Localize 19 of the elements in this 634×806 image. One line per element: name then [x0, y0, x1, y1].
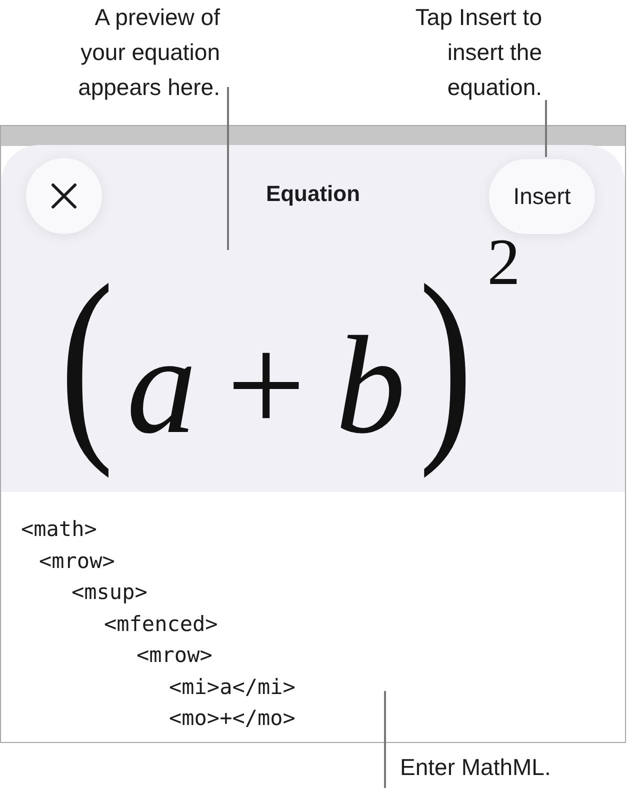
- equation-operator: +: [226, 307, 306, 465]
- code-line: <mrow>: [136, 642, 214, 669]
- code-line: <mo>+</mo>: [169, 705, 296, 732]
- equation-parenthesis: (: [60, 239, 114, 481]
- equation-variable: b: [336, 307, 406, 465]
- leader-line: [545, 100, 547, 157]
- code-line: <msup>: [72, 579, 148, 606]
- code-line: <mi>a</mi>: [169, 674, 296, 700]
- close-icon: [51, 183, 77, 209]
- insert-button[interactable]: Insert: [489, 159, 595, 234]
- callout-text: A preview of your equation appears here.: [77, 3, 220, 102]
- code-line: <mrow>: [39, 548, 116, 574]
- equation-variable: a: [126, 307, 197, 465]
- equation-parenthesis: ): [418, 239, 472, 481]
- sheet-title: Equation: [266, 181, 360, 207]
- callout-text: Tap Insert to insert the equation.: [415, 3, 542, 102]
- callout-text: Enter MathML.: [400, 753, 551, 782]
- code-line: <math>: [21, 516, 98, 543]
- code-line: <mfenced>: [104, 610, 219, 638]
